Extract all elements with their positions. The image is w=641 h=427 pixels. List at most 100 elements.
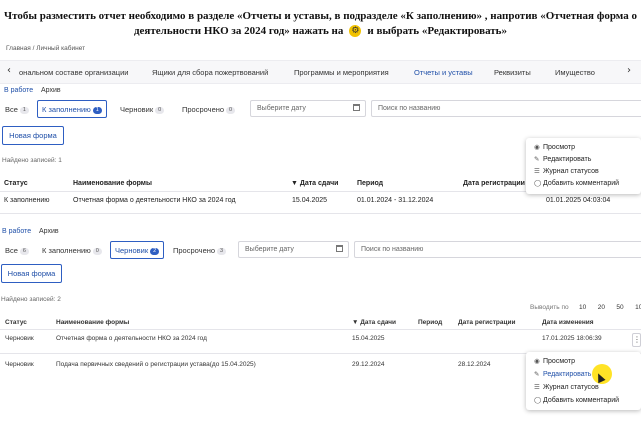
tab-requisites[interactable]: Реквизиты xyxy=(494,68,531,77)
filter-all[interactable]: Все 1 xyxy=(0,101,34,117)
records-count: Найдено записей: 2 xyxy=(1,296,61,303)
search-placeholder: Поиск по названию xyxy=(378,105,441,112)
menu-status-log[interactable]: ☰ Журнал статусов xyxy=(534,383,599,391)
instruction-line-1: Чтобы разместить отчет необходимо в разд… xyxy=(4,10,637,22)
tab-programs[interactable]: Программы и мероприятия xyxy=(294,68,389,77)
page-size-100[interactable]: 100 xyxy=(635,304,641,311)
filter-count: 3 xyxy=(217,247,227,255)
new-form-button[interactable]: Новая форма xyxy=(1,264,62,283)
instruction-text-b: и выбрать «Редактировать» xyxy=(367,25,508,37)
filter-count: 1 xyxy=(92,106,102,114)
menu-label: Добавить комментарий xyxy=(543,397,620,404)
menu-label: Просмотр xyxy=(543,358,575,365)
menu-edit[interactable]: ✎ Редактировать xyxy=(534,155,591,163)
col-status[interactable]: Статус xyxy=(5,319,27,326)
filter-count: 0 xyxy=(226,106,236,114)
menu-view[interactable]: ◉ Просмотр xyxy=(534,143,575,151)
context-menu: ◉ Просмотр ✎ Редактировать ☰ Журнал статусо… xyxy=(526,138,641,194)
filter-label: Все xyxy=(5,246,18,255)
new-form-button[interactable]: Новая форма xyxy=(2,126,64,145)
chevron-left-icon[interactable]: ‹ xyxy=(7,65,11,76)
tab-property[interactable]: Имущество xyxy=(555,68,595,77)
filter-count: 6 xyxy=(19,247,29,255)
breadcrumb-home[interactable]: Главная xyxy=(6,45,31,52)
row-changed-date: 01.01.2025 04:03:04 xyxy=(546,197,611,204)
menu-add-comment[interactable]: ◯ Добавить комментарий xyxy=(534,396,619,404)
col-name[interactable]: Наименование формы xyxy=(56,319,129,326)
pencil-icon: ✎ xyxy=(534,370,540,378)
filter-all[interactable]: Все 6 xyxy=(0,242,34,258)
col-registration-date[interactable]: Дата регистрации xyxy=(458,319,516,326)
col-due-date[interactable]: ▼ Дата сдачи xyxy=(291,180,338,187)
filter-draft[interactable]: Черновик 2 xyxy=(110,241,165,259)
context-menu: ◉ Просмотр ✎ Редактировать ☰ Журнал статусо… xyxy=(526,352,641,410)
date-picker-input[interactable]: Выберите дату xyxy=(238,241,349,258)
subtab-archive[interactable]: Архив xyxy=(41,87,61,94)
menu-label: Просмотр xyxy=(543,144,575,151)
col-registration-date[interactable]: Дата регистрации xyxy=(463,180,525,187)
filter-to-fill[interactable]: К заполнению 0 xyxy=(37,242,107,258)
page-size-10[interactable]: 10 xyxy=(579,304,586,311)
menu-label: Редактировать xyxy=(543,371,592,378)
menu-edit[interactable]: ✎ Редактировать xyxy=(534,370,591,378)
filter-label: Черновик xyxy=(115,246,149,255)
calendar-icon xyxy=(353,104,360,111)
filter-overdue[interactable]: Просрочено 0 xyxy=(177,101,240,117)
search-input[interactable]: Поиск по названию xyxy=(354,241,641,258)
row-due-date: 29.12.2024 xyxy=(352,361,385,368)
comment-icon: ◯ xyxy=(534,396,542,404)
menu-label: Журнал статусов xyxy=(543,168,599,175)
col-due-date[interactable]: ▼ Дата сдачи xyxy=(352,319,396,326)
filter-to-fill[interactable]: К заполнению 1 xyxy=(37,100,107,118)
pencil-icon: ✎ xyxy=(534,155,540,163)
menu-label: Журнал статусов xyxy=(543,384,599,391)
chevron-right-icon[interactable]: › xyxy=(627,65,631,76)
col-period[interactable]: Период xyxy=(418,319,442,326)
pagination: Выводить по 10 20 50 100 xyxy=(530,296,641,314)
menu-label: Редактировать xyxy=(543,156,592,163)
col-changed-date[interactable]: Дата изменения xyxy=(542,319,594,326)
row-due-date: 15.04.2025 xyxy=(352,335,385,342)
menu-status-log[interactable]: ☰ Журнал статусов xyxy=(534,167,599,175)
search-placeholder: Поиск по названию xyxy=(361,246,424,253)
row-status: Черновик xyxy=(5,335,34,342)
date-placeholder: Выберите дату xyxy=(257,105,306,112)
filter-label: К заполнению xyxy=(42,105,91,114)
calendar-icon xyxy=(336,245,343,252)
eye-icon: ◉ xyxy=(534,143,540,151)
search-input[interactable]: Поиск по названию xyxy=(371,100,641,117)
col-status[interactable]: Статус xyxy=(4,180,28,187)
filter-count: 2 xyxy=(150,247,160,255)
filter-label: Просрочено xyxy=(182,105,225,114)
subtab-in-work[interactable]: В работе xyxy=(2,228,31,235)
col-name[interactable]: Наименование формы xyxy=(73,180,152,187)
divider xyxy=(0,213,641,214)
row-actions-kebab-icon[interactable]: ⋮ xyxy=(632,333,641,347)
gear-icon: ⚙ xyxy=(349,25,362,38)
tab-personnel[interactable]: ональном составе организации xyxy=(19,68,128,77)
filter-draft[interactable]: Черновик 0 xyxy=(115,101,169,117)
filter-count: 1 xyxy=(19,106,29,114)
page-size-50[interactable]: 50 xyxy=(616,304,623,311)
tab-donation-boxes[interactable]: Ящики для сбора пожертвований xyxy=(152,68,268,77)
divider xyxy=(0,329,641,330)
tab-reports[interactable]: Отчеты и уставы xyxy=(414,68,473,77)
row-changed-date: 17.01.2025 18:06:39 xyxy=(542,335,602,342)
col-period[interactable]: Период xyxy=(357,180,383,187)
date-placeholder: Выберите дату xyxy=(245,246,294,253)
menu-add-comment[interactable]: ◯ Добавить комментарий xyxy=(534,179,619,187)
menu-label: Добавить комментарий xyxy=(543,180,620,187)
row-period: 01.01.2024 - 31.12.2024 xyxy=(357,197,434,204)
comment-icon: ◯ xyxy=(534,179,542,187)
menu-view[interactable]: ◉ Просмотр xyxy=(534,357,575,365)
list-icon: ☰ xyxy=(534,383,540,391)
date-picker-input[interactable]: Выберите дату xyxy=(250,100,366,117)
row-name: Отчетная форма о деятельности НКО за 202… xyxy=(73,197,236,204)
page-size-20[interactable]: 20 xyxy=(598,304,605,311)
filter-count: 0 xyxy=(155,106,165,114)
subtab-in-work[interactable]: В работе xyxy=(4,87,33,94)
breadcrumb-separator: / xyxy=(32,45,35,52)
subtab-archive[interactable]: Архив xyxy=(39,228,59,235)
filter-overdue[interactable]: Просрочено 3 xyxy=(168,242,231,258)
filter-label: Все xyxy=(5,105,18,114)
